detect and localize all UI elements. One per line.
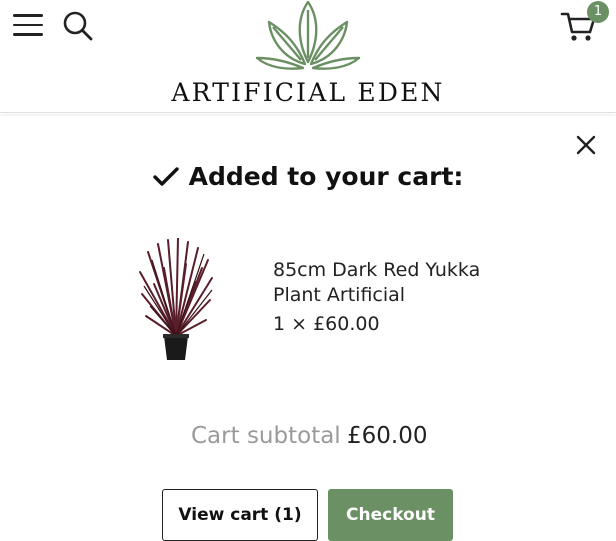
site-header: ARTIFICIAL EDEN 1 — [0, 0, 616, 113]
subtotal-value: £60.00 — [347, 423, 428, 449]
subtotal-label: Cart subtotal — [191, 423, 341, 449]
view-cart-button[interactable]: View cart (1) — [162, 489, 318, 541]
cart-count-badge: 1 — [587, 1, 609, 23]
close-icon[interactable] — [572, 131, 600, 159]
added-to-cart-drawer: Added to your cart: 85cm Dark Red Yukka … — [0, 116, 616, 541]
product-name[interactable]: 85cm Dark Red Yukka Plant Artificial — [273, 258, 533, 308]
added-to-cart-title: Added to your cart: — [188, 162, 464, 191]
search-icon[interactable] — [62, 10, 94, 42]
brand-name: ARTIFICIAL EDEN — [171, 78, 445, 107]
dark-red-yukka-plant-image[interactable] — [138, 238, 214, 362]
brand-logo[interactable]: ARTIFICIAL EDEN — [170, 0, 446, 108]
checkout-button[interactable]: Checkout — [328, 489, 453, 541]
hamburger-menu-icon[interactable] — [13, 14, 43, 40]
product-quantity-price: 1 × £60.00 — [273, 313, 380, 335]
added-to-cart-heading: Added to your cart: — [0, 162, 616, 191]
leaf-emblem-icon — [255, 0, 361, 70]
checkmark-icon — [152, 167, 179, 186]
